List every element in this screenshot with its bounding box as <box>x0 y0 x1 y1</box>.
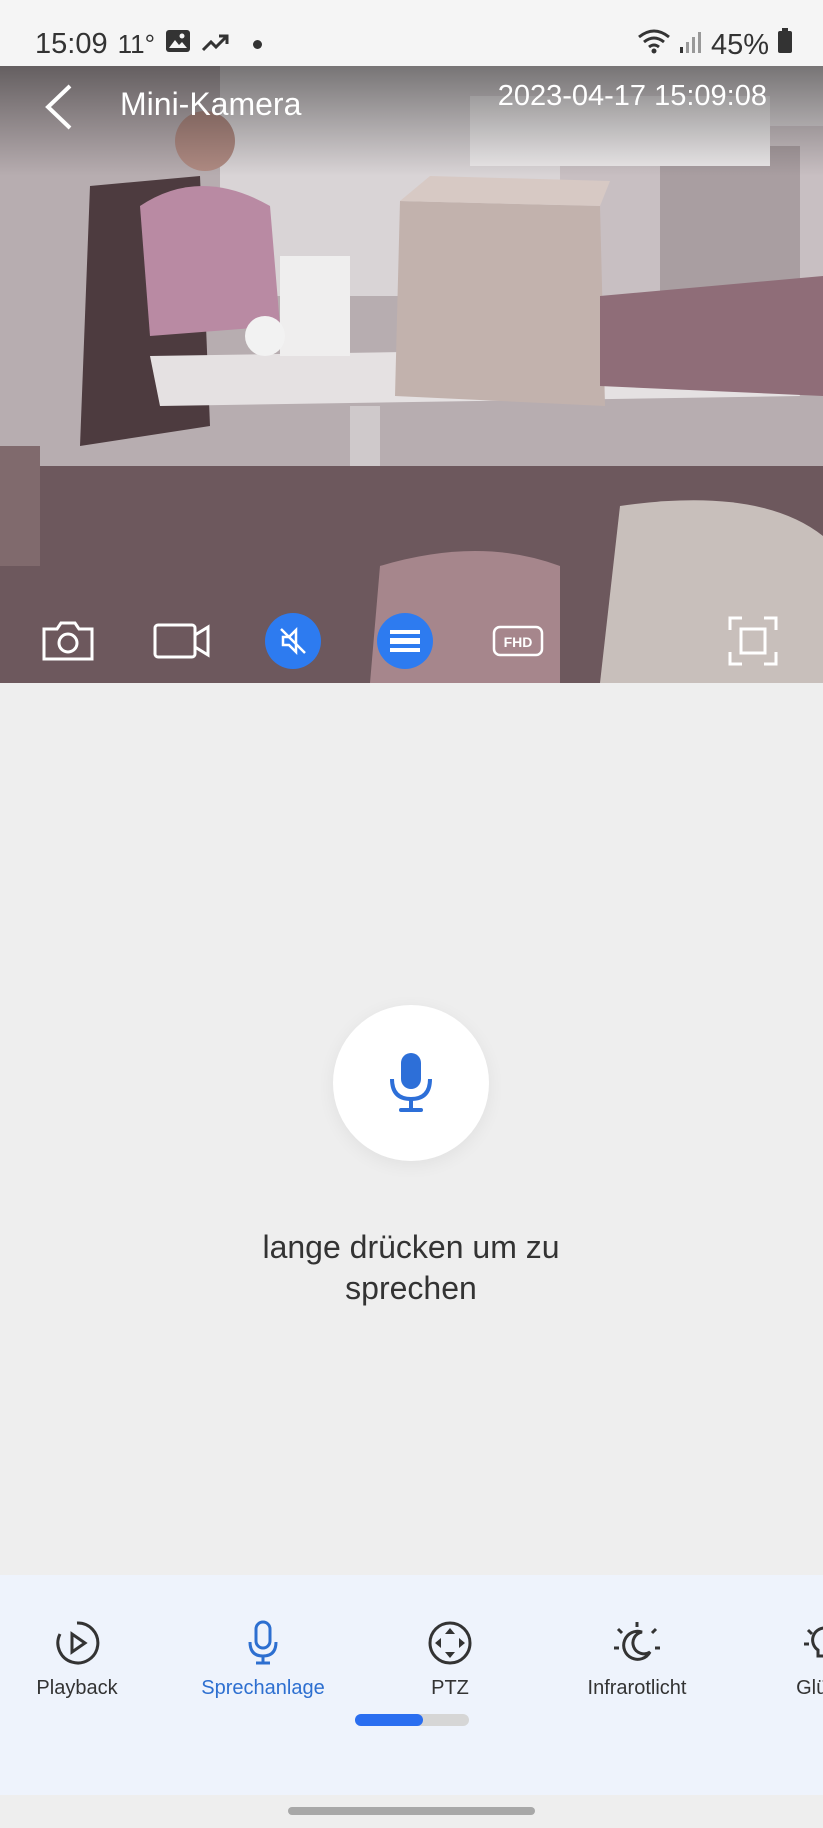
back-button[interactable] <box>40 82 80 132</box>
ptz-icon <box>428 1621 472 1665</box>
video-camera-icon <box>153 623 210 659</box>
tab-pager-indicator <box>355 1714 469 1726</box>
tab-ptz-label: PTZ <box>431 1677 469 1699</box>
tab-intercom-label: Sprechanlage <box>201 1677 325 1699</box>
status-bar: 15:09 11° 45% <box>0 0 823 66</box>
camera-icon <box>42 621 94 661</box>
tab-infrared[interactable]: Infrarotlicht <box>552 1615 722 1700</box>
home-indicator[interactable] <box>288 1807 535 1815</box>
status-temperature: 11° <box>117 29 155 59</box>
feature-tab-bar: Playback Sprechanlage PTZ Infrarotlicht … <box>0 1575 823 1795</box>
quality-label: FHD <box>504 634 533 650</box>
tab-playback-label: Playback <box>36 1677 118 1699</box>
playback-icon <box>56 1621 100 1665</box>
bulb-icon <box>804 1626 823 1658</box>
tab-playback[interactable]: Playback <box>0 1615 162 1700</box>
push-to-talk-button[interactable] <box>333 1005 489 1161</box>
camera-title: Mini-Kamera <box>120 86 302 122</box>
notification-dot-icon <box>252 40 262 49</box>
talk-hint: lange drücken um zu sprechen <box>262 1229 560 1306</box>
tab-bulb-label: Glühla <box>796 1677 823 1699</box>
gallery-icon <box>165 28 191 61</box>
camera-toolbar: FHD <box>0 593 823 683</box>
status-time: 15:09 <box>35 28 108 60</box>
record-button[interactable] <box>152 613 212 669</box>
intercom-panel: lange drücken um zu sprechen <box>0 683 823 1575</box>
infrared-icon <box>614 1622 660 1661</box>
chevron-left-icon <box>45 84 72 130</box>
microphone-icon <box>248 1620 278 1665</box>
tab-intercom[interactable]: Sprechanlage <box>178 1615 348 1700</box>
display-mode-button[interactable] <box>377 613 433 669</box>
speaker-mute-icon <box>280 626 306 656</box>
signal-icon <box>679 29 703 62</box>
battery-percent: 45% <box>710 28 769 61</box>
tab-ptz[interactable]: PTZ <box>365 1615 535 1700</box>
tab-infrared-label: Infrarotlicht <box>587 1677 687 1699</box>
camera-live-view[interactable]: Mini-Kamera 2023-04-17 15:09:08 FHD <box>0 66 823 683</box>
mute-button[interactable] <box>265 613 321 669</box>
fullscreen-icon <box>728 616 778 666</box>
microphone-icon <box>390 1053 432 1112</box>
battery-icon <box>777 28 793 62</box>
fhd-icon: FHD <box>492 625 544 657</box>
trending-icon <box>201 28 229 61</box>
snapshot-button[interactable] <box>40 613 96 669</box>
wifi-icon <box>637 28 671 62</box>
tab-pager-fill <box>355 1714 424 1726</box>
fullscreen-button[interactable] <box>725 613 781 669</box>
tab-bulb[interactable]: Glühla <box>740 1615 823 1700</box>
quality-button[interactable]: FHD <box>490 613 546 669</box>
camera-timestamp: 2023-04-17 15:09:08 <box>497 80 767 112</box>
layout-icon <box>390 630 420 652</box>
